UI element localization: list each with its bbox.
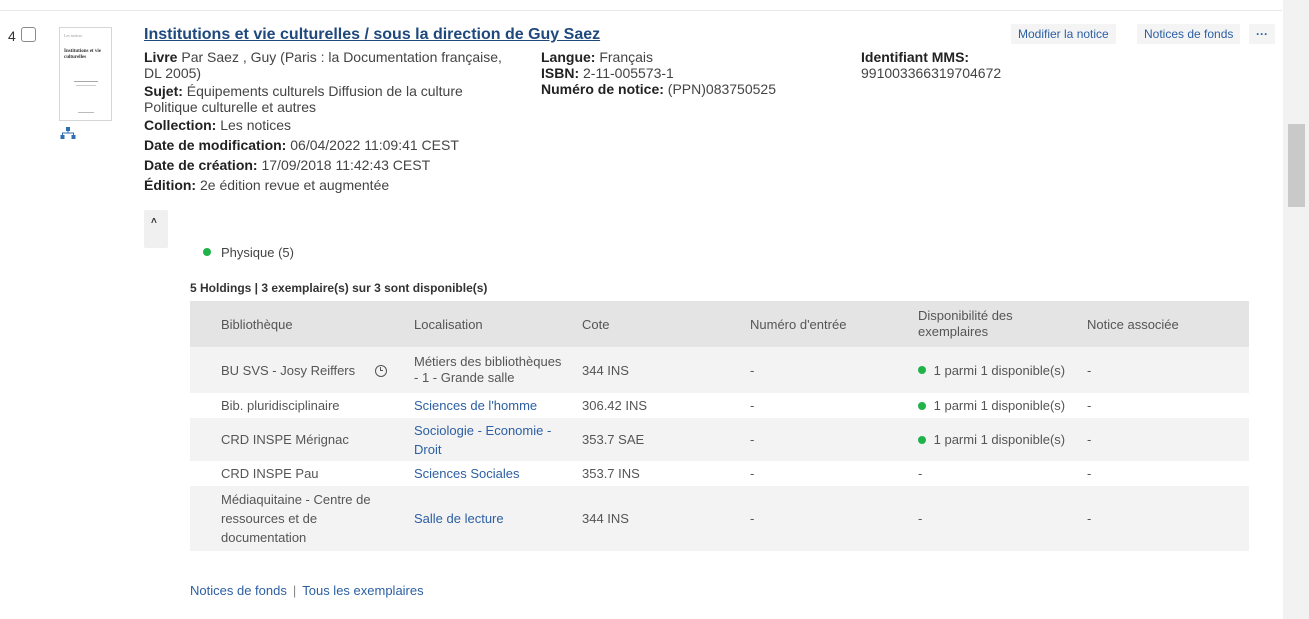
record-details-mms: Identifiant MMS: 991003366319704672 (861, 49, 1002, 81)
library-cell: CRD INSPE Pau (190, 461, 400, 486)
library-cell: Bib. pluridisciplinaire (190, 393, 400, 418)
availability-cell: 1 parmi 1 disponible(s) (904, 418, 1073, 461)
table-header-row: Bibliothèque Localisation Cote Numéro d'… (190, 301, 1249, 347)
location-link[interactable]: Sciences Sociales (414, 466, 520, 481)
availability-cell: - (904, 486, 1073, 551)
associated-notice-cell: - (1073, 393, 1249, 418)
availability-cell: 1 parmi 1 disponible(s) (904, 347, 1073, 393)
table-row: Médiaquitaine - Centre de ressources et … (190, 486, 1249, 551)
edit-record-button[interactable]: Modifier la notice (1011, 24, 1116, 44)
footer-links: Notices de fonds | Tous les exemplaires (190, 583, 424, 598)
holdings-button[interactable]: Notices de fonds (1137, 24, 1241, 44)
column-header: Numéro d'entrée (736, 301, 904, 347)
call-number-cell: 344 INS (568, 486, 736, 551)
entry-number-cell: - (736, 486, 904, 551)
column-header: Localisation (400, 301, 568, 347)
availability-cell: - (904, 461, 1073, 486)
record-details-main: Livre Par Saez , Guy (Paris : la Documen… (144, 49, 502, 193)
table-row: CRD INSPE Pau Sciences Sociales 353.7 IN… (190, 461, 1249, 486)
record-details-identifiers: Langue: Français ISBN: 2-11-005573-1 Num… (541, 49, 776, 97)
table-row: BU SVS - Josy Reiffers Métiers des bibli… (190, 347, 1249, 393)
library-cell: CRD INSPE Mérignac (190, 418, 400, 461)
entry-number-cell: - (736, 347, 904, 393)
clock-icon[interactable] (375, 365, 388, 378)
available-dot-icon (203, 247, 211, 256)
table-row: Bib. pluridisciplinaire Sciences de l'ho… (190, 393, 1249, 418)
holdings-summary: 5 Holdings | 3 exemplaire(s) sur 3 sont … (190, 281, 488, 295)
availability-cell: 1 parmi 1 disponible(s) (904, 393, 1073, 418)
holdings-records-link[interactable]: Notices de fonds (190, 583, 287, 598)
available-dot-icon (918, 366, 926, 375)
call-number-cell: 353.7 INS (568, 461, 736, 486)
associated-notice-cell: - (1073, 347, 1249, 393)
library-cell: BU SVS - Josy Reiffers (190, 347, 400, 393)
column-header: Notice associée (1073, 301, 1249, 347)
top-divider (0, 10, 1282, 11)
scrollbar-thumb[interactable] (1288, 124, 1305, 207)
associated-notice-cell: - (1073, 461, 1249, 486)
scrollbar[interactable] (1283, 0, 1309, 619)
collapse-button[interactable]: ˄ (144, 210, 168, 248)
chevron-up-icon: ˄ (151, 216, 157, 227)
library-cell: Médiaquitaine - Centre de ressources et … (190, 486, 400, 551)
location-cell: Salle de lecture (400, 486, 568, 551)
record-title-link[interactable]: Institutions et vie culturelles / sous l… (144, 26, 600, 44)
location-link[interactable]: Sciences de l'homme (414, 398, 537, 413)
associated-notice-cell: - (1073, 418, 1249, 461)
column-header: Disponibilité des exemplaires (904, 301, 1073, 347)
record-checkbox[interactable] (21, 27, 36, 42)
more-actions-button[interactable]: ··· (1249, 24, 1275, 44)
location-cell: Sciences de l'homme (400, 393, 568, 418)
holdings-table: Bibliothèque Localisation Cote Numéro d'… (190, 301, 1249, 551)
entry-number-cell: - (736, 418, 904, 461)
location-cell: Sociologie - Economie - Droit (400, 418, 568, 461)
associated-notice-cell: - (1073, 486, 1249, 551)
available-dot-icon (918, 435, 926, 444)
record-number: 4 (8, 28, 16, 44)
column-header: Cote (568, 301, 736, 347)
hierarchy-icon[interactable] (60, 127, 76, 139)
column-header: Bibliothèque (190, 301, 400, 347)
call-number-cell: 306.42 INS (568, 393, 736, 418)
entry-number-cell: - (736, 393, 904, 418)
call-number-cell: 344 INS (568, 347, 736, 393)
location-link[interactable]: Salle de lecture (414, 511, 504, 526)
entry-number-cell: - (736, 461, 904, 486)
physical-tab[interactable]: Physique (5) (203, 245, 294, 260)
call-number-cell: 353.7 SAE (568, 418, 736, 461)
table-row: CRD INSPE Mérignac Sociologie - Economie… (190, 418, 1249, 461)
location-cell: Métiers des bibliothèques - 1 - Grande s… (400, 347, 568, 393)
location-link[interactable]: Sociologie - Economie - Droit (414, 423, 551, 457)
available-dot-icon (918, 401, 926, 410)
book-cover-thumbnail[interactable]: Les notices Institutions et vie culturel… (59, 27, 112, 121)
all-items-link[interactable]: Tous les exemplaires (302, 583, 423, 598)
location-cell: Sciences Sociales (400, 461, 568, 486)
